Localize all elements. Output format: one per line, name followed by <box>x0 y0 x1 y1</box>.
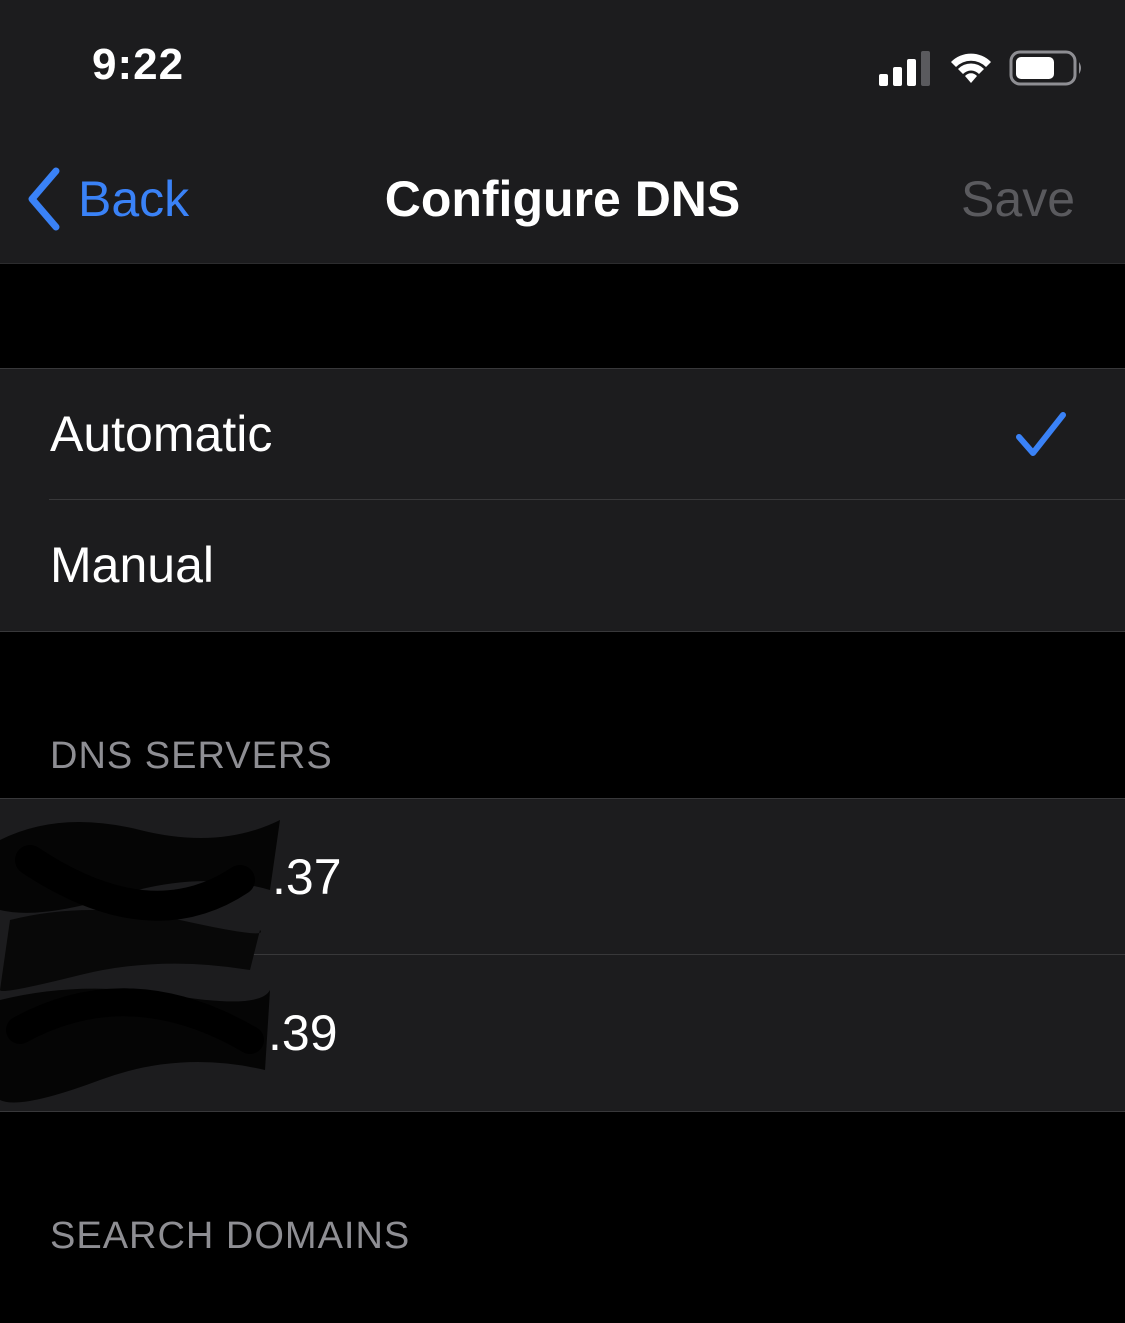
dns-server-address: .37 <box>272 849 342 905</box>
page-title: Configure DNS <box>384 171 741 227</box>
battery-icon <box>1009 50 1081 86</box>
wifi-icon <box>951 53 991 83</box>
dns-server-address: .39 <box>268 1005 338 1061</box>
checkmark-icon <box>1016 412 1066 456</box>
section-header-dns-servers: DNS SERVERS <box>50 735 333 777</box>
cellular-signal-icon <box>879 51 930 86</box>
status-icons <box>877 48 1085 88</box>
dns-mode-group: Automatic Manual <box>0 368 1125 632</box>
section-header-search-domains: SEARCH DOMAINS <box>50 1215 411 1257</box>
status-time: 9:22 <box>92 40 185 89</box>
option-label: Automatic <box>50 406 273 462</box>
dns-server-row[interactable]: .37 <box>0 799 1125 955</box>
status-bar: 9:22 <box>0 0 1125 134</box>
option-manual[interactable]: Manual <box>0 500 1125 631</box>
option-automatic[interactable]: Automatic <box>0 369 1125 500</box>
option-label: Manual <box>50 537 214 593</box>
dns-server-row[interactable]: .39 <box>0 955 1125 1111</box>
navigation-bar: Back Configure DNS Save <box>0 134 1125 264</box>
save-button[interactable]: Save <box>961 164 1075 234</box>
dns-servers-group: .37 .39 <box>0 798 1125 1112</box>
